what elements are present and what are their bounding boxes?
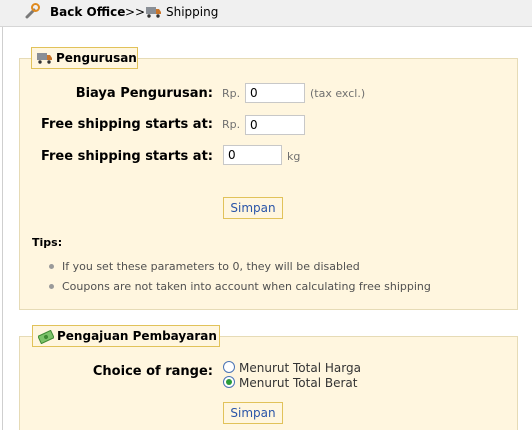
breadcrumb-separator: >>: [125, 5, 146, 19]
bullet-icon: [49, 264, 54, 269]
free-shipping-price-label: Free shipping starts at:: [40, 117, 213, 132]
billing-legend: Pengajuan Pembayaran: [32, 325, 220, 347]
tip-item: Coupons are not taken into account when …: [62, 280, 431, 293]
breadcrumb-back-office-link[interactable]: Back Office: [50, 5, 125, 20]
wrench-icon: [25, 3, 40, 19]
tip-item: If you set these parameters to 0, they w…: [62, 260, 360, 273]
range-weight-radio[interactable]: [223, 376, 235, 388]
free-shipping-price-currency: Rp.: [222, 118, 241, 131]
billing-legend-label: Pengajuan Pembayaran: [57, 329, 217, 343]
left-border: [2, 27, 3, 430]
breadcrumb-shipping: Shipping: [166, 5, 219, 19]
free-shipping-weight-input[interactable]: [223, 145, 282, 165]
free-shipping-price-input[interactable]: [245, 115, 305, 135]
range-price-radio[interactable]: [223, 361, 235, 373]
handling-legend: Pengurusan: [31, 47, 138, 69]
money-icon: [38, 330, 54, 344]
handling-fee-currency: Rp.: [222, 87, 241, 100]
range-weight-label[interactable]: Menurut Total Berat: [239, 376, 357, 390]
billing-save-button[interactable]: Simpan: [223, 402, 283, 424]
handling-fee-label: Biaya Pengurusan:: [75, 86, 213, 101]
handling-fee-tax-note: (tax excl.): [310, 87, 366, 100]
bullet-icon: [49, 284, 54, 289]
range-price-label[interactable]: Menurut Total Harga: [239, 361, 361, 375]
handling-save-button[interactable]: Simpan: [223, 197, 283, 219]
handling-legend-label: Pengurusan: [56, 51, 137, 65]
truck-icon: [37, 53, 52, 64]
breadcrumb: Back Office >> Shipping: [0, 0, 532, 27]
range-choice-label: Choice of range:: [92, 364, 213, 379]
free-shipping-weight-unit: kg: [287, 150, 301, 163]
free-shipping-weight-label: Free shipping starts at:: [40, 149, 213, 164]
tips-title: Tips:: [32, 236, 63, 249]
handling-fee-input[interactable]: [245, 83, 305, 103]
truck-icon: [146, 7, 161, 18]
